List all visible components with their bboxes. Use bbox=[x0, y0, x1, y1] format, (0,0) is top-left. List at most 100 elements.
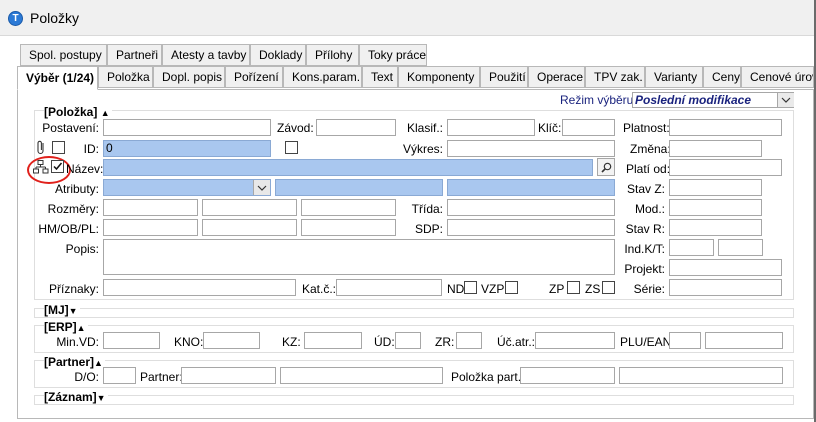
plati-od-label: Platí od: bbox=[626, 162, 671, 176]
atributy-input-2[interactable] bbox=[275, 179, 443, 196]
tab-polozka[interactable]: Položka bbox=[98, 66, 153, 88]
platnost-input[interactable] bbox=[669, 119, 782, 136]
tab-text[interactable]: Text bbox=[362, 66, 398, 88]
plu-ean-label: PLU/EAN: bbox=[620, 335, 675, 349]
zp-checkbox[interactable] bbox=[567, 281, 580, 294]
kz-input[interactable] bbox=[304, 332, 362, 349]
zaznam-section-title[interactable]: [Záznam]▼ bbox=[44, 390, 108, 404]
min-vd-input[interactable] bbox=[103, 332, 160, 349]
erp-section-title[interactable]: [ERP]▲ bbox=[44, 320, 88, 334]
nd-checkbox[interactable] bbox=[464, 281, 477, 294]
mj-section-title[interactable]: [MJ]▼ bbox=[44, 303, 80, 317]
rozmery-input-2[interactable] bbox=[202, 199, 297, 216]
nazev-input[interactable] bbox=[103, 159, 593, 176]
ob-input[interactable] bbox=[202, 219, 297, 236]
rozmery-input-3[interactable] bbox=[301, 199, 396, 216]
zr-input[interactable] bbox=[456, 332, 482, 349]
zavod-input[interactable] bbox=[316, 119, 396, 136]
tab-ceny[interactable]: Ceny bbox=[703, 66, 741, 88]
stav-r-label: Stav R: bbox=[625, 222, 665, 236]
do-input[interactable] bbox=[103, 367, 136, 384]
pl-input[interactable] bbox=[301, 219, 396, 236]
tab-cenove-urovne[interactable]: Cenové úrov bbox=[741, 66, 814, 88]
polozka-part-input-1[interactable] bbox=[520, 367, 615, 384]
nazev-checkbox[interactable] bbox=[51, 160, 64, 173]
collapse-up-icon: ▲ bbox=[100, 108, 110, 118]
tab-pouziti[interactable]: Použití bbox=[480, 66, 528, 88]
hm-input[interactable] bbox=[103, 219, 198, 236]
plati-od-input[interactable] bbox=[669, 159, 782, 176]
tab-label: Pořízení bbox=[234, 70, 279, 84]
ind-k-input[interactable] bbox=[669, 239, 714, 256]
ean-input[interactable] bbox=[705, 332, 783, 349]
projekt-input[interactable] bbox=[669, 259, 782, 276]
app-logo-icon: T bbox=[8, 11, 23, 26]
tab-dopl-popis[interactable]: Dopl. popis bbox=[153, 66, 225, 88]
zs-checkbox[interactable] bbox=[602, 281, 615, 294]
sdp-input[interactable] bbox=[447, 219, 615, 236]
tab-partneri[interactable]: Partneři bbox=[107, 44, 162, 66]
tab-label: Toky práce bbox=[368, 48, 427, 62]
tab-label: Spol. postupy bbox=[29, 48, 102, 62]
rozmery-input-1[interactable] bbox=[103, 199, 198, 216]
nazev-search-button[interactable] bbox=[597, 158, 615, 176]
polozka-section-title[interactable]: [Položka] ▲ bbox=[44, 105, 112, 119]
tab-tpv-zak[interactable]: TPV zak. bbox=[585, 66, 645, 88]
tab-operace[interactable]: Operace bbox=[528, 66, 585, 88]
partner-name-input[interactable] bbox=[280, 367, 443, 384]
trida-input[interactable] bbox=[447, 199, 615, 216]
zr-label: ZR: bbox=[435, 335, 455, 349]
section-title-text: [Položka] bbox=[44, 105, 98, 119]
ud-input[interactable] bbox=[395, 332, 421, 349]
tab-vyber[interactable]: Výběr (1/24) bbox=[17, 66, 98, 90]
atributy-input-3[interactable] bbox=[447, 179, 615, 196]
kno-input[interactable] bbox=[203, 332, 260, 349]
vykres-label: Výkres: bbox=[402, 142, 443, 156]
rezim-select[interactable]: Poslední modifikace bbox=[632, 92, 794, 108]
tab-label: Operace bbox=[537, 70, 584, 84]
tab-doklady[interactable]: Doklady bbox=[250, 44, 306, 66]
stav-z-input[interactable] bbox=[669, 179, 762, 196]
priznaky-input[interactable] bbox=[103, 279, 296, 296]
tree-hierarchy-icon[interactable] bbox=[33, 160, 49, 177]
klasif-input[interactable] bbox=[447, 119, 535, 136]
tab-atesty-a-tavby[interactable]: Atesty a tavby bbox=[162, 44, 250, 66]
tab-prilohy[interactable]: Přílohy bbox=[306, 44, 359, 66]
ind-t-input[interactable] bbox=[718, 239, 763, 256]
zmena-input[interactable] bbox=[669, 140, 762, 157]
stav-r-input[interactable] bbox=[669, 219, 762, 236]
attachment-checkbox[interactable] bbox=[52, 141, 65, 154]
tab-kons-param[interactable]: Kons.param. bbox=[283, 66, 362, 88]
checkmark-icon bbox=[53, 162, 63, 171]
tab-porizeni[interactable]: Pořízení bbox=[225, 66, 283, 88]
tab-label: Přílohy bbox=[315, 48, 353, 62]
kat-c-input[interactable] bbox=[336, 279, 442, 296]
postaveni-input[interactable] bbox=[103, 119, 271, 136]
partner-section-title[interactable]: [Partner]▲ bbox=[44, 355, 105, 369]
plu-input[interactable] bbox=[669, 332, 701, 349]
id-flag-checkbox[interactable] bbox=[285, 141, 298, 154]
atributy-select-1[interactable] bbox=[103, 179, 271, 196]
uc-atr-input[interactable] bbox=[535, 332, 615, 349]
polozka-part-input-2[interactable] bbox=[619, 367, 783, 384]
projekt-label: Projekt: bbox=[624, 262, 665, 276]
popis-textarea[interactable] bbox=[103, 239, 615, 275]
atributy-dropdown-button[interactable] bbox=[253, 180, 270, 195]
klic-label: Klíč: bbox=[538, 121, 562, 135]
section-title-text: [Záznam] bbox=[44, 390, 97, 404]
klasif-label: Klasif.: bbox=[406, 121, 443, 135]
vykres-input[interactable] bbox=[447, 140, 615, 157]
vzp-checkbox[interactable] bbox=[505, 281, 518, 294]
rezim-dropdown-button[interactable] bbox=[777, 93, 794, 107]
serie-input[interactable] bbox=[669, 279, 782, 296]
mj-section-box bbox=[34, 308, 794, 318]
id-input[interactable]: 0 bbox=[103, 140, 271, 157]
partner-code-input[interactable] bbox=[181, 367, 276, 384]
tab-spol-postupy[interactable]: Spol. postupy bbox=[20, 44, 107, 66]
tab-komponenty[interactable]: Komponenty bbox=[398, 66, 480, 88]
tab-varianty[interactable]: Varianty bbox=[645, 66, 703, 88]
mod-input[interactable] bbox=[669, 199, 762, 216]
klic-input[interactable] bbox=[562, 119, 615, 136]
postaveni-label: Postavení: bbox=[42, 121, 99, 135]
tab-toky-prace[interactable]: Toky práce bbox=[359, 44, 427, 66]
